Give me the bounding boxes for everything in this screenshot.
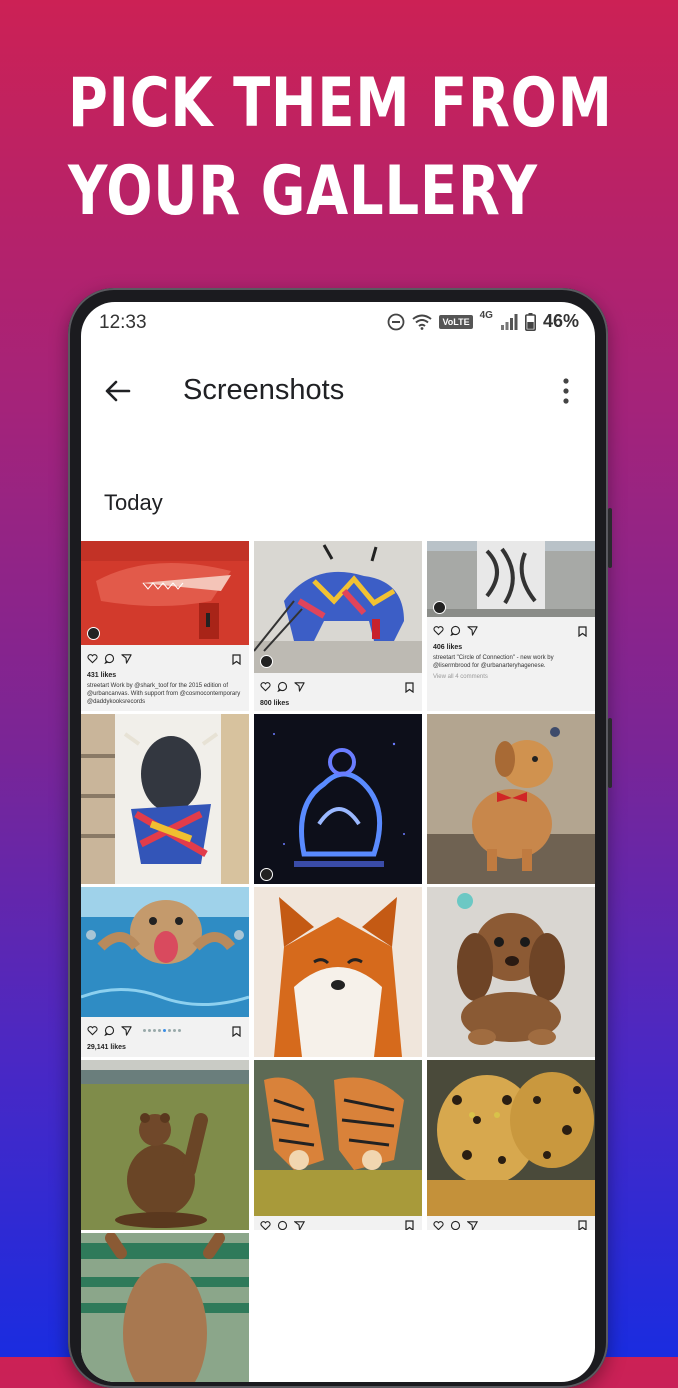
screenshot-thumbnail[interactable] xyxy=(81,714,249,884)
likes-count: 800 likes xyxy=(260,700,290,707)
comment-icon xyxy=(104,1025,115,1036)
post-actions xyxy=(433,1220,478,1230)
bull-sculpture-image xyxy=(254,541,422,673)
volume-button xyxy=(608,508,612,568)
bookmark-icon xyxy=(232,1026,241,1037)
bookmark-icon xyxy=(578,1220,587,1230)
avatar-icon xyxy=(433,601,446,614)
tigers-drinking-image xyxy=(254,1060,422,1216)
status-time: 12:33 xyxy=(99,312,147,333)
likes-count: 406 likes xyxy=(433,644,463,651)
share-icon xyxy=(294,1221,305,1230)
app-bar: Screenshots xyxy=(81,346,595,430)
screenshot-thumbnail[interactable]: 406 likes streetart "Circle of Connectio… xyxy=(427,541,595,711)
share-icon xyxy=(467,626,478,636)
screenshot-thumbnail[interactable] xyxy=(427,887,595,1057)
bear-fence-image xyxy=(81,1233,249,1382)
heart-icon xyxy=(87,654,98,664)
bookmark-icon xyxy=(405,682,414,693)
heart-icon xyxy=(87,1026,98,1036)
spaniel-puppy-image xyxy=(427,887,595,1057)
screenshot-thumbnail[interactable]: 431 likes streetart Work by @shark_toof … xyxy=(81,541,249,711)
screenshot-thumbnail[interactable]: 800 likes xyxy=(254,541,422,711)
screenshot-thumbnail[interactable] xyxy=(254,714,422,884)
neon-sculpture-image xyxy=(254,714,422,884)
puppy-bowtie-image xyxy=(427,714,595,884)
post-actions xyxy=(87,653,132,664)
screenshot-thumbnail[interactable] xyxy=(81,1060,249,1230)
post-caption: streetart "Circle of Connection" - new w… xyxy=(433,655,554,669)
instagram-post-bar: 800 likes xyxy=(254,673,422,711)
view-comments-link: View all 4 comments xyxy=(433,674,488,680)
dog-underwater-image xyxy=(81,887,249,1017)
status-bar: 12:33 VoLTE 4G 46% xyxy=(81,302,595,346)
shark-mural-image xyxy=(81,541,249,645)
comment-icon xyxy=(104,653,115,664)
phone-frame: 12:33 VoLTE 4G 46% Screenshots Today 431… xyxy=(68,288,612,1388)
network-type: 4G xyxy=(479,310,493,321)
more-options-icon[interactable] xyxy=(559,376,573,406)
jaguars-image xyxy=(427,1060,595,1216)
share-icon xyxy=(121,1026,132,1036)
wifi-icon xyxy=(412,314,433,330)
comment-icon xyxy=(277,681,288,692)
share-icon xyxy=(121,654,132,664)
screenshot-thumbnail[interactable]: 29,141 likes xyxy=(81,887,249,1057)
volte-badge: VoLTE xyxy=(439,314,473,329)
heart-icon xyxy=(260,682,271,692)
battery-percent: 46% xyxy=(542,311,579,331)
post-caption: streetart Work by @shark_toof for the 20… xyxy=(87,683,241,705)
phone-screen: 12:33 VoLTE 4G 46% Screenshots Today 431… xyxy=(81,302,595,1382)
screenshot-thumbnail[interactable] xyxy=(254,1060,422,1230)
heart-icon xyxy=(433,626,444,636)
power-button xyxy=(608,718,612,788)
carousel-dots xyxy=(143,1029,181,1032)
share-icon xyxy=(294,682,305,692)
comment-icon xyxy=(450,1220,461,1230)
screenshot-thumbnail[interactable] xyxy=(81,1233,249,1382)
screenshot-thumbnail[interactable] xyxy=(254,887,422,1057)
screenshot-thumbnail[interactable] xyxy=(427,1060,595,1230)
bear-waving-image xyxy=(81,1060,249,1230)
instagram-post-bar xyxy=(254,1216,422,1230)
building-mural-image xyxy=(427,541,595,617)
status-icons: VoLTE 4G 46% xyxy=(387,310,579,332)
instagram-post-bar xyxy=(427,1216,595,1230)
promo-headline: PICK THEM FROM YOUR GALLERY xyxy=(68,60,613,236)
comment-icon xyxy=(450,625,461,636)
do-not-disturb-icon xyxy=(388,313,405,330)
comment-icon xyxy=(277,1220,288,1230)
likes-count: 431 likes xyxy=(87,672,117,679)
post-actions xyxy=(87,1025,132,1036)
bookmark-icon xyxy=(232,654,241,665)
heart-icon xyxy=(433,1221,444,1230)
post-actions xyxy=(260,681,305,692)
fox-image xyxy=(254,887,422,1057)
share-icon xyxy=(467,1221,478,1230)
battery-icon xyxy=(524,312,536,331)
bookmark-icon xyxy=(405,1220,414,1230)
instagram-post-bar: 29,141 likes xyxy=(81,1017,249,1057)
page-title: Screenshots xyxy=(183,374,345,406)
instagram-post-bar: 406 likes streetart "Circle of Connectio… xyxy=(427,617,595,711)
headline-line-1: PICK THEM FROM xyxy=(68,64,613,143)
avatar-icon xyxy=(87,627,100,640)
post-actions xyxy=(260,1220,305,1230)
post-actions xyxy=(433,625,478,636)
bookmark-icon xyxy=(578,626,587,637)
section-header-today: Today xyxy=(104,490,163,515)
bull-mural-image xyxy=(81,714,249,884)
likes-count: 29,141 likes xyxy=(87,1044,126,1051)
avatar-icon xyxy=(260,655,273,668)
screenshot-thumbnail[interactable] xyxy=(427,714,595,884)
heart-icon xyxy=(260,1221,271,1230)
back-arrow-icon[interactable] xyxy=(103,376,133,406)
instagram-post-bar: 431 likes streetart Work by @shark_toof … xyxy=(81,645,249,711)
signal-icon xyxy=(500,313,518,330)
headline-line-2: YOUR GALLERY xyxy=(68,152,538,231)
avatar-icon xyxy=(260,868,273,881)
